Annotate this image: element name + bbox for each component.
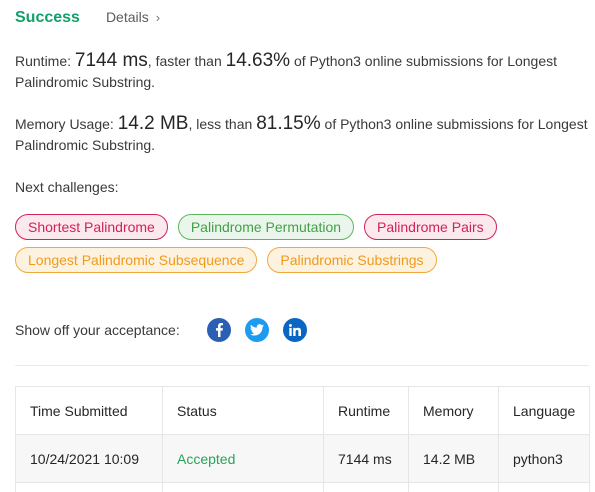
section-divider <box>15 365 589 366</box>
memory-value: 14.2 MB <box>117 113 189 134</box>
linkedin-icon[interactable] <box>282 318 307 342</box>
column-header-language: Language <box>513 402 576 419</box>
challenge-chip-palindromic-substrings[interactable]: Palindromic Substrings <box>267 247 437 273</box>
challenge-chip-palindrome-permutation[interactable]: Palindrome Permutation <box>177 214 355 240</box>
runtime-comparison: , faster than <box>147 53 222 69</box>
next-challenges-list: Shortest Palindrome Palindrome Permutati… <box>15 214 585 273</box>
next-challenges-label: Next challenges: <box>15 179 119 195</box>
memory-comparison: , less than <box>188 116 253 132</box>
share-row: Show off your acceptance: <box>15 318 307 342</box>
table-header-row: Time Submitted Status Runtime Memory Lan… <box>16 387 589 435</box>
memory-percent: 81.15% <box>256 113 321 134</box>
result-header: Success Details › <box>15 9 160 27</box>
cell-memory: 14.2 MB <box>409 435 499 482</box>
status-accepted-link[interactable]: Accepted <box>177 451 235 467</box>
cell-empty <box>163 483 324 492</box>
chevron-right-icon: › <box>155 9 161 25</box>
table-row-partial <box>16 483 589 492</box>
memory-label: Memory Usage: <box>15 116 114 132</box>
cell-empty <box>499 483 589 492</box>
submissions-table: Time Submitted Status Runtime Memory Lan… <box>15 386 590 492</box>
twitter-icon[interactable] <box>244 318 269 342</box>
cell-empty <box>324 483 409 492</box>
runtime-label: Runtime: <box>15 53 72 69</box>
share-label: Show off your acceptance: <box>15 322 180 338</box>
column-header-runtime: Runtime <box>324 387 409 434</box>
cell-language: python3 <box>513 450 563 467</box>
table-row: 10/24/2021 10:09 Accepted 7144 ms 14.2 M… <box>16 435 589 483</box>
cell-empty <box>16 483 163 492</box>
facebook-icon[interactable] <box>206 318 231 342</box>
details-label[interactable]: Details <box>106 9 149 25</box>
cell-status: Accepted <box>163 435 324 482</box>
challenge-chip-longest-palindromic-subsequence[interactable]: Longest Palindromic Subsequence <box>15 247 258 273</box>
cell-runtime: 7144 ms <box>324 435 409 482</box>
details-link[interactable]: Details › <box>106 9 160 25</box>
runtime-percent: 14.63% <box>225 50 291 71</box>
column-header-memory: Memory <box>409 387 499 434</box>
status-title: Success <box>15 9 80 26</box>
runtime-value: 7144 ms <box>74 50 148 71</box>
runtime-stat: Runtime: 7144 ms, faster than 14.63% of … <box>15 50 590 93</box>
cell-empty <box>409 483 499 492</box>
cell-time-submitted: 10/24/2021 10:09 <box>16 435 163 482</box>
column-header-status: Status <box>163 387 324 434</box>
challenge-chip-shortest-palindrome[interactable]: Shortest Palindrome <box>15 214 168 240</box>
memory-stat: Memory Usage: 14.2 MB, less than 81.15% … <box>15 113 590 156</box>
challenge-chip-palindrome-pairs[interactable]: Palindrome Pairs <box>364 214 497 240</box>
column-header-time-submitted: Time Submitted <box>16 387 163 434</box>
share-icons <box>206 318 307 342</box>
